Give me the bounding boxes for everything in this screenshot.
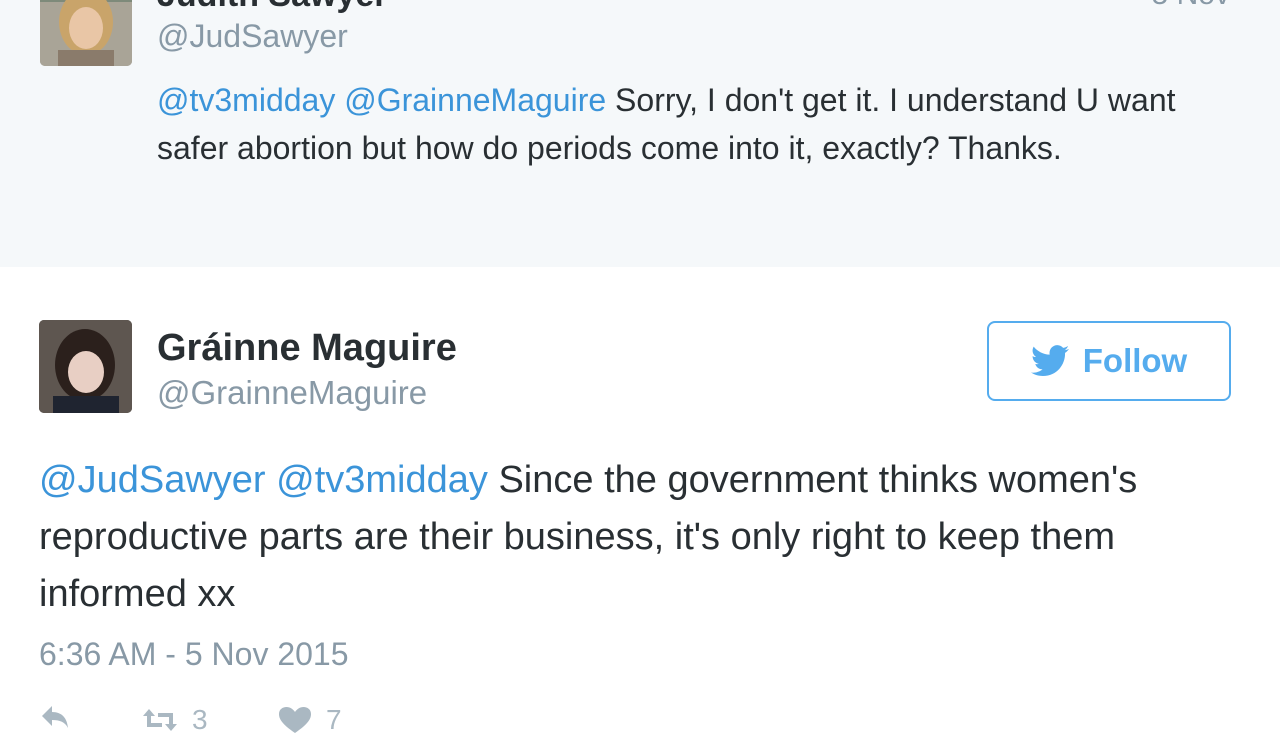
follow-label: Follow <box>1082 342 1188 379</box>
reply-author-name[interactable]: Judith Sawyer <box>157 0 388 15</box>
tweet-author-name[interactable]: Gráinne Maguire <box>157 327 457 370</box>
heart-icon <box>279 707 311 733</box>
retweet-count: 3 <box>192 704 208 735</box>
avatar[interactable] <box>39 320 132 413</box>
twitter-bird-icon <box>1030 345 1069 377</box>
mention-link[interactable]: @tv3midday <box>157 82 335 118</box>
tweet-text: @JudSawyer @tv3midday Since the governme… <box>39 452 1239 623</box>
reply-arrow-icon <box>42 706 68 728</box>
tweet-timestamp[interactable]: 6:36 AM - 5 Nov 2015 <box>39 636 349 673</box>
avatar[interactable] <box>40 0 132 66</box>
like-count: 7 <box>326 704 342 735</box>
avatar-photo <box>40 0 132 66</box>
reply-text: @tv3midday @GrainneMaguire Sorry, I don'… <box>157 76 1237 172</box>
avatar-photo <box>39 320 132 413</box>
like-button[interactable]: 7 <box>278 704 342 736</box>
mention-link[interactable]: @GrainneMaguire <box>344 82 606 118</box>
reply-button[interactable] <box>40 704 70 730</box>
mention-link[interactable]: @tv3midday <box>276 459 488 501</box>
reply-tweet: Judith Sawyer @JudSawyer 5 Nov @tv3midda… <box>0 0 1280 267</box>
tweet-author-handle[interactable]: @GrainneMaguire <box>157 374 427 412</box>
follow-button[interactable]: Follow <box>987 321 1231 401</box>
reply-author-handle[interactable]: @JudSawyer <box>157 18 348 55</box>
reply-date[interactable]: 5 Nov <box>1152 0 1230 12</box>
mention-link[interactable]: @JudSawyer <box>39 459 266 501</box>
retweet-button[interactable]: 3 <box>142 704 208 736</box>
retweet-icon <box>143 709 177 731</box>
